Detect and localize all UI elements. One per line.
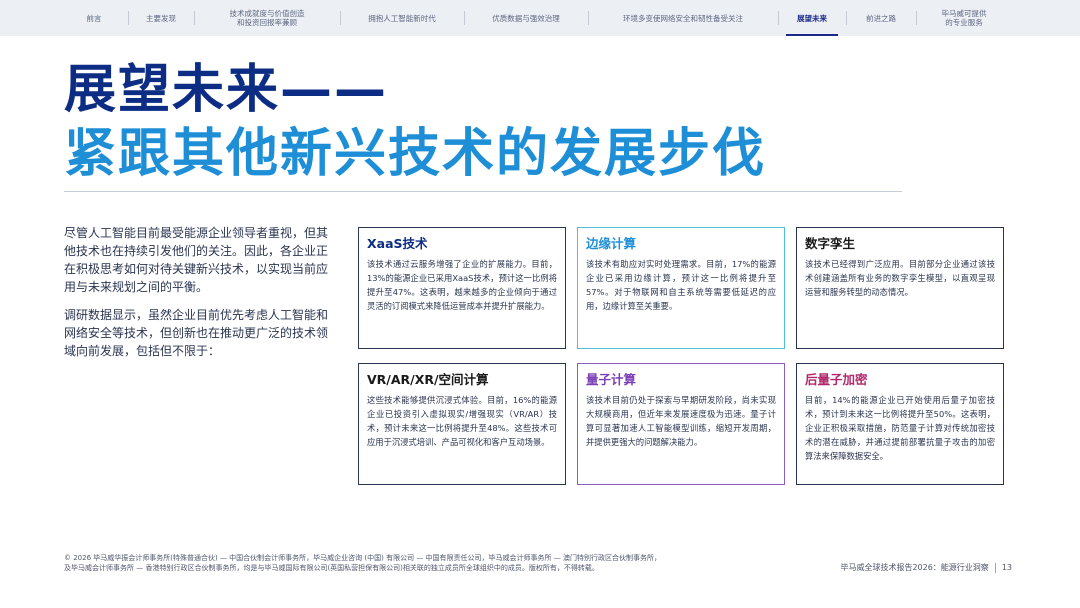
nav-item-looking-ahead[interactable]: 展望未来: [778, 0, 846, 36]
nav-item-tech-maturity[interactable]: 技术成就度与价值创造 和投资回报率兼顾: [194, 0, 340, 36]
report-title: 毕马威全球技术报告2026：能源行业洞察: [840, 563, 989, 572]
intro-paragraph-1: 尽管人工智能目前最受能源企业领导者重视，但其他技术也在持续引发他们的关注。因此，…: [64, 226, 329, 294]
nav-item-kpmg-services[interactable]: 毕马威可提供 的专业服务: [916, 0, 1012, 36]
nav-item-ai-era[interactable]: 拥抱人工智能新时代: [340, 0, 464, 36]
card-body: 该技术通过云服务增强了企业的扩展能力。目前，13%的能源企业已采用XaaS技术，…: [367, 259, 557, 311]
nav-item-data-governance[interactable]: 优质数据与强效治理: [464, 0, 588, 36]
page-title-line2: 紧跟其他新兴技术的发展步伐: [64, 124, 767, 184]
card-title: 数字孪生: [805, 236, 856, 251]
card-xaas: XaaS技术 该技术通过云服务增强了企业的扩展能力。目前，13%的能源企业已采用…: [358, 227, 566, 349]
card-post-quantum-crypto: 后量子加密 目前，14%的能源企业已开始使用后量子加密技术，预计到未来这一比例将…: [796, 363, 1004, 485]
card-title: 量子计算: [586, 372, 637, 387]
card-title: XaaS技术: [367, 236, 428, 251]
page-number: 13: [1001, 563, 1012, 572]
title-divider: [64, 191, 902, 192]
nav-item-key-findings[interactable]: 主要发现: [128, 0, 194, 36]
top-navigation: 前言 主要发现 技术成就度与价值创造 和投资回报率兼顾 拥抱人工智能新时代 优质…: [0, 0, 1080, 36]
card-digital-twin: 数字孪生 该技术已经得到广泛应用。目前部分企业通过该技术创建涵盖所有业务的数字孪…: [796, 227, 1004, 349]
card-edge-computing: 边缘计算 该技术有助应对实时处理需求。目前，17%的能源企业已采用边缘计算，预计…: [577, 227, 785, 349]
card-title: 后量子加密: [805, 372, 868, 387]
card-quantum-computing: 量子计算 该技术目前仍处于探索与早期研发阶段，尚未实现大规模商用，但近年来发展速…: [577, 363, 785, 485]
nav-item-cybersecurity[interactable]: 环境多变使网络安全和韧性备受关注: [588, 0, 778, 36]
card-body: 该技术目前仍处于探索与早期研发阶段，尚未实现大规模商用，但近年来发展速度极为迅速…: [586, 395, 776, 447]
intro-paragraph-2: 调研数据显示，虽然企业目前优先考虑人工智能和网络安全等技术，但创新也在推动更广泛…: [64, 308, 329, 358]
nav-item-preface[interactable]: 前言: [60, 0, 128, 36]
page-title-line1: 展望未来——: [64, 60, 389, 120]
card-body: 这些技术能够提供沉浸式体验。目前，16%的能源企业已投资引入虚拟现实/增强现实（…: [367, 395, 557, 447]
card-title: VR/AR/XR/空间计算: [367, 372, 489, 387]
copyright-notice: © 2026 毕马威华振会计师事务所(特殊普通合伙) — 中国合伙制会计师事务所…: [64, 554, 661, 572]
footer-report-info: 毕马威全球技术报告2026：能源行业洞察 13: [840, 562, 1012, 573]
card-vr-ar-xr: VR/AR/XR/空间计算 这些技术能够提供沉浸式体验。目前，16%的能源企业已…: [358, 363, 566, 485]
intro-text: 尽管人工智能目前最受能源企业领导者重视，但其他技术也在持续引发他们的关注。因此，…: [64, 224, 332, 370]
footer-divider: [994, 562, 996, 573]
card-body: 该技术有助应对实时处理需求。目前，17%的能源企业已采用边缘计算，预计这一比例将…: [586, 259, 776, 311]
card-title: 边缘计算: [586, 236, 637, 251]
card-body: 目前，14%的能源企业已开始使用后量子加密技术，预计到未来这一比例将提升至50%…: [805, 395, 995, 461]
nav-item-way-forward[interactable]: 前进之路: [846, 0, 916, 36]
card-body: 该技术已经得到广泛应用。目前部分企业通过该技术创建涵盖所有业务的数字孪生模型，以…: [805, 259, 995, 297]
